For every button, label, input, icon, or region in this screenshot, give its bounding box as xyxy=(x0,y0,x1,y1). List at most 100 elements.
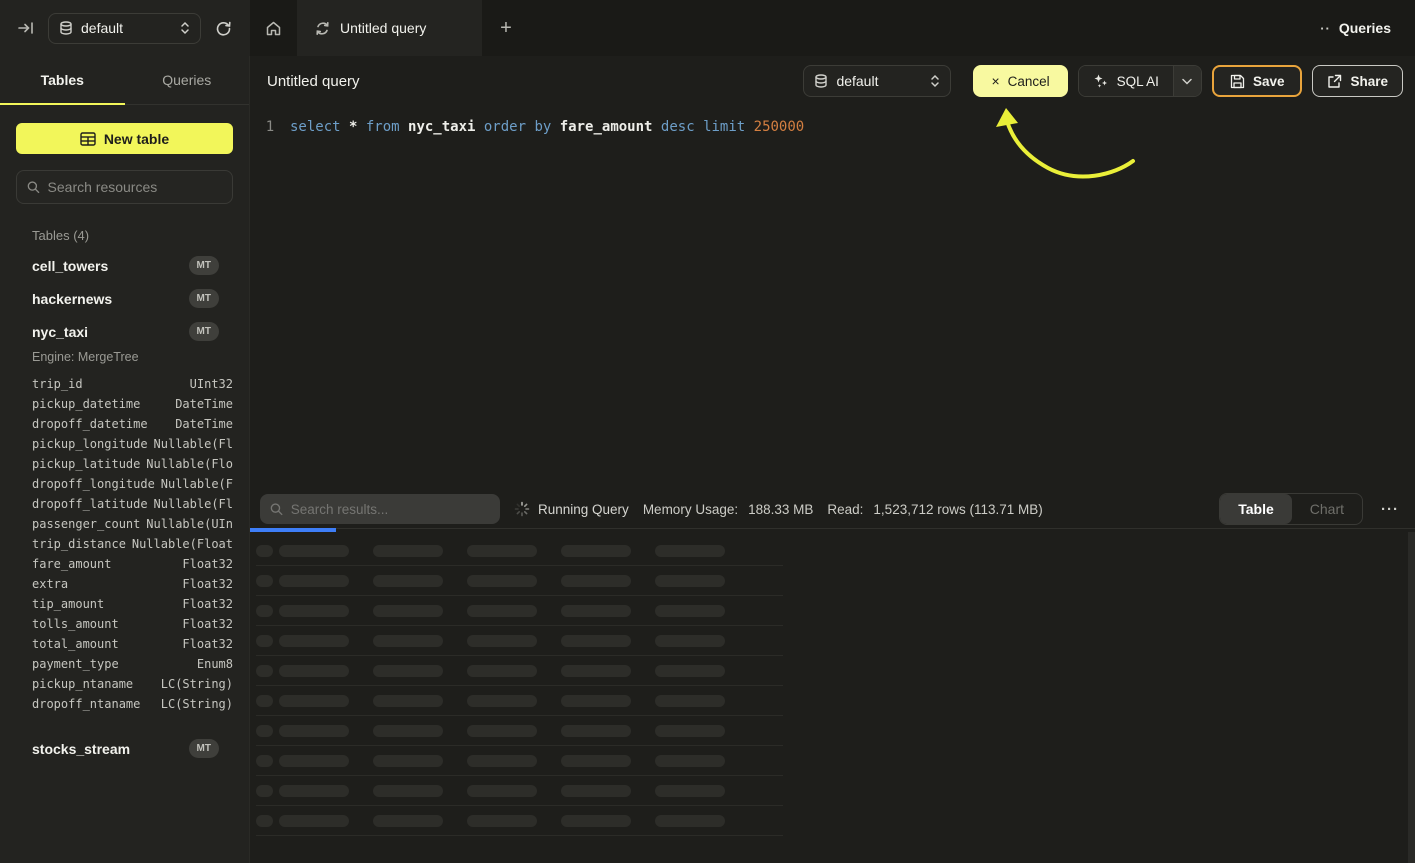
query-database-selector[interactable]: default xyxy=(803,65,951,97)
column-row: trip_distanceNullable(Float xyxy=(32,534,233,554)
column-name: tip_amount xyxy=(32,597,104,611)
sql-code-line: 1 select * from nyc_taxi order by fare_a… xyxy=(250,116,1415,138)
skeleton-cell xyxy=(467,815,537,827)
tables-section-label: Tables (4) xyxy=(32,228,233,243)
home-button[interactable] xyxy=(250,0,297,56)
save-button[interactable]: Save xyxy=(1212,65,1303,97)
sidebar-table-cell_towers[interactable]: cell_towersMT xyxy=(0,249,249,282)
skeleton-cell xyxy=(561,785,631,797)
sidebar-tab-queries[interactable]: Queries xyxy=(125,56,250,104)
share-button[interactable]: Share xyxy=(1312,65,1403,97)
sidebar-table-stocks_stream[interactable]: stocks_streamMT xyxy=(0,732,249,765)
search-results-input[interactable] xyxy=(291,502,490,517)
column-name: trip_id xyxy=(32,377,83,391)
sql-token: order xyxy=(475,119,526,135)
skeleton-cell xyxy=(279,575,349,587)
column-type: Float32 xyxy=(182,577,233,591)
column-row: pickup_datetimeDateTime xyxy=(32,394,233,414)
column-name: extra xyxy=(32,577,68,591)
results-search xyxy=(260,494,500,524)
column-name: fare_amount xyxy=(32,557,111,571)
close-icon: × xyxy=(991,73,999,89)
column-row: dropoff_longitudeNullable(F xyxy=(32,474,233,494)
view-toggle-chart[interactable]: Chart xyxy=(1292,494,1362,524)
skeleton-cell xyxy=(655,695,725,707)
column-type: Nullable(Flo xyxy=(146,457,233,471)
share-icon xyxy=(1327,74,1342,89)
query-database-value: default xyxy=(836,73,922,89)
cancel-button[interactable]: × Cancel xyxy=(973,65,1067,97)
view-toggle-table[interactable]: Table xyxy=(1220,494,1292,524)
refresh-button[interactable] xyxy=(211,16,236,41)
new-tab-button[interactable]: + xyxy=(482,0,530,56)
skeleton-cell xyxy=(256,665,273,677)
sidebar-tabs: Tables Queries xyxy=(0,56,249,105)
search-resources-input[interactable] xyxy=(48,179,222,195)
memory-usage-label: Memory Usage: xyxy=(643,502,738,517)
sql-token: limit xyxy=(695,119,746,135)
skeleton-cell xyxy=(467,785,537,797)
sidebar-table-hackernews[interactable]: hackernewsMT xyxy=(0,282,249,315)
skeleton-cell xyxy=(373,575,443,587)
column-type: DateTime xyxy=(175,397,233,411)
skeleton-row xyxy=(256,656,783,686)
skeleton-cell xyxy=(373,785,443,797)
sql-editor[interactable]: 1 select * from nyc_taxi order by fare_a… xyxy=(250,106,1415,490)
skeleton-cell xyxy=(279,605,349,617)
sql-token: fare_amount xyxy=(551,119,652,135)
collapse-sidebar-button[interactable] xyxy=(14,16,38,40)
skeleton-cell xyxy=(467,605,537,617)
queries-history-button[interactable]: ·· Queries xyxy=(1296,0,1415,56)
skeleton-cell xyxy=(467,695,537,707)
column-name: total_amount xyxy=(32,637,119,651)
query-header: Untitled query default × Cancel xyxy=(250,56,1415,106)
skeleton-cell xyxy=(373,605,443,617)
column-name: dropoff_latitude xyxy=(32,497,148,511)
skeleton-cell xyxy=(467,755,537,767)
sql-ai-button[interactable]: SQL AI xyxy=(1079,66,1173,96)
new-table-button[interactable]: New table xyxy=(16,123,233,154)
column-name: dropoff_ntaname xyxy=(32,697,140,711)
sql-token: * xyxy=(341,119,358,135)
skeleton-cell xyxy=(561,635,631,647)
sidebar-tab-tables[interactable]: Tables xyxy=(0,56,125,104)
skeleton-cell xyxy=(373,755,443,767)
skeleton-cell xyxy=(561,815,631,827)
skeleton-cell xyxy=(279,755,349,767)
database-selector[interactable]: default xyxy=(48,13,201,44)
skeleton-cell xyxy=(256,725,273,737)
skeleton-cell xyxy=(561,695,631,707)
skeleton-cell xyxy=(655,545,725,557)
sidebar: Tables Queries New table Tables (4) cell… xyxy=(0,56,250,863)
sidebar-table-nyc_taxi[interactable]: nyc_taxiMT xyxy=(0,315,249,348)
query-actions: default × Cancel xyxy=(803,65,1403,97)
scrollbar-track[interactable] xyxy=(1408,532,1415,863)
engine-badge: MT xyxy=(189,322,219,341)
query-title: Untitled query xyxy=(267,73,360,90)
refresh-icon xyxy=(215,20,232,37)
sparkles-icon xyxy=(1093,73,1109,89)
sql-code: select * from nyc_taxi order by fare_amo… xyxy=(290,119,804,135)
column-name: dropoff_longitude xyxy=(32,477,155,491)
results-panel: Running Query Memory Usage: 188.33 MB Re… xyxy=(250,490,1415,863)
skeleton-cell xyxy=(467,725,537,737)
more-options-button[interactable]: ··· xyxy=(1377,501,1403,518)
column-row: tip_amountFloat32 xyxy=(32,594,233,614)
skeleton-cell xyxy=(256,755,273,767)
database-icon xyxy=(814,74,828,89)
tab-title: Untitled query xyxy=(340,20,426,36)
sql-token: desc xyxy=(652,119,694,135)
read-value: 1,523,712 rows (113.71 MB) xyxy=(873,502,1042,517)
skeleton-cell xyxy=(561,605,631,617)
skeleton-cell xyxy=(655,815,725,827)
tab-untitled-query[interactable]: Untitled query xyxy=(297,0,482,56)
column-row: passenger_countNullable(UIn xyxy=(32,514,233,534)
sql-ai-dropdown-button[interactable] xyxy=(1173,66,1201,96)
sync-running-icon xyxy=(315,21,330,36)
skeleton-cell xyxy=(279,635,349,647)
view-toggle: Table Chart xyxy=(1219,493,1363,525)
sql-token: from xyxy=(357,119,399,135)
column-type: Nullable(UIn xyxy=(146,517,233,531)
skeleton-cell xyxy=(467,635,537,647)
query-progress-track xyxy=(250,528,1415,532)
